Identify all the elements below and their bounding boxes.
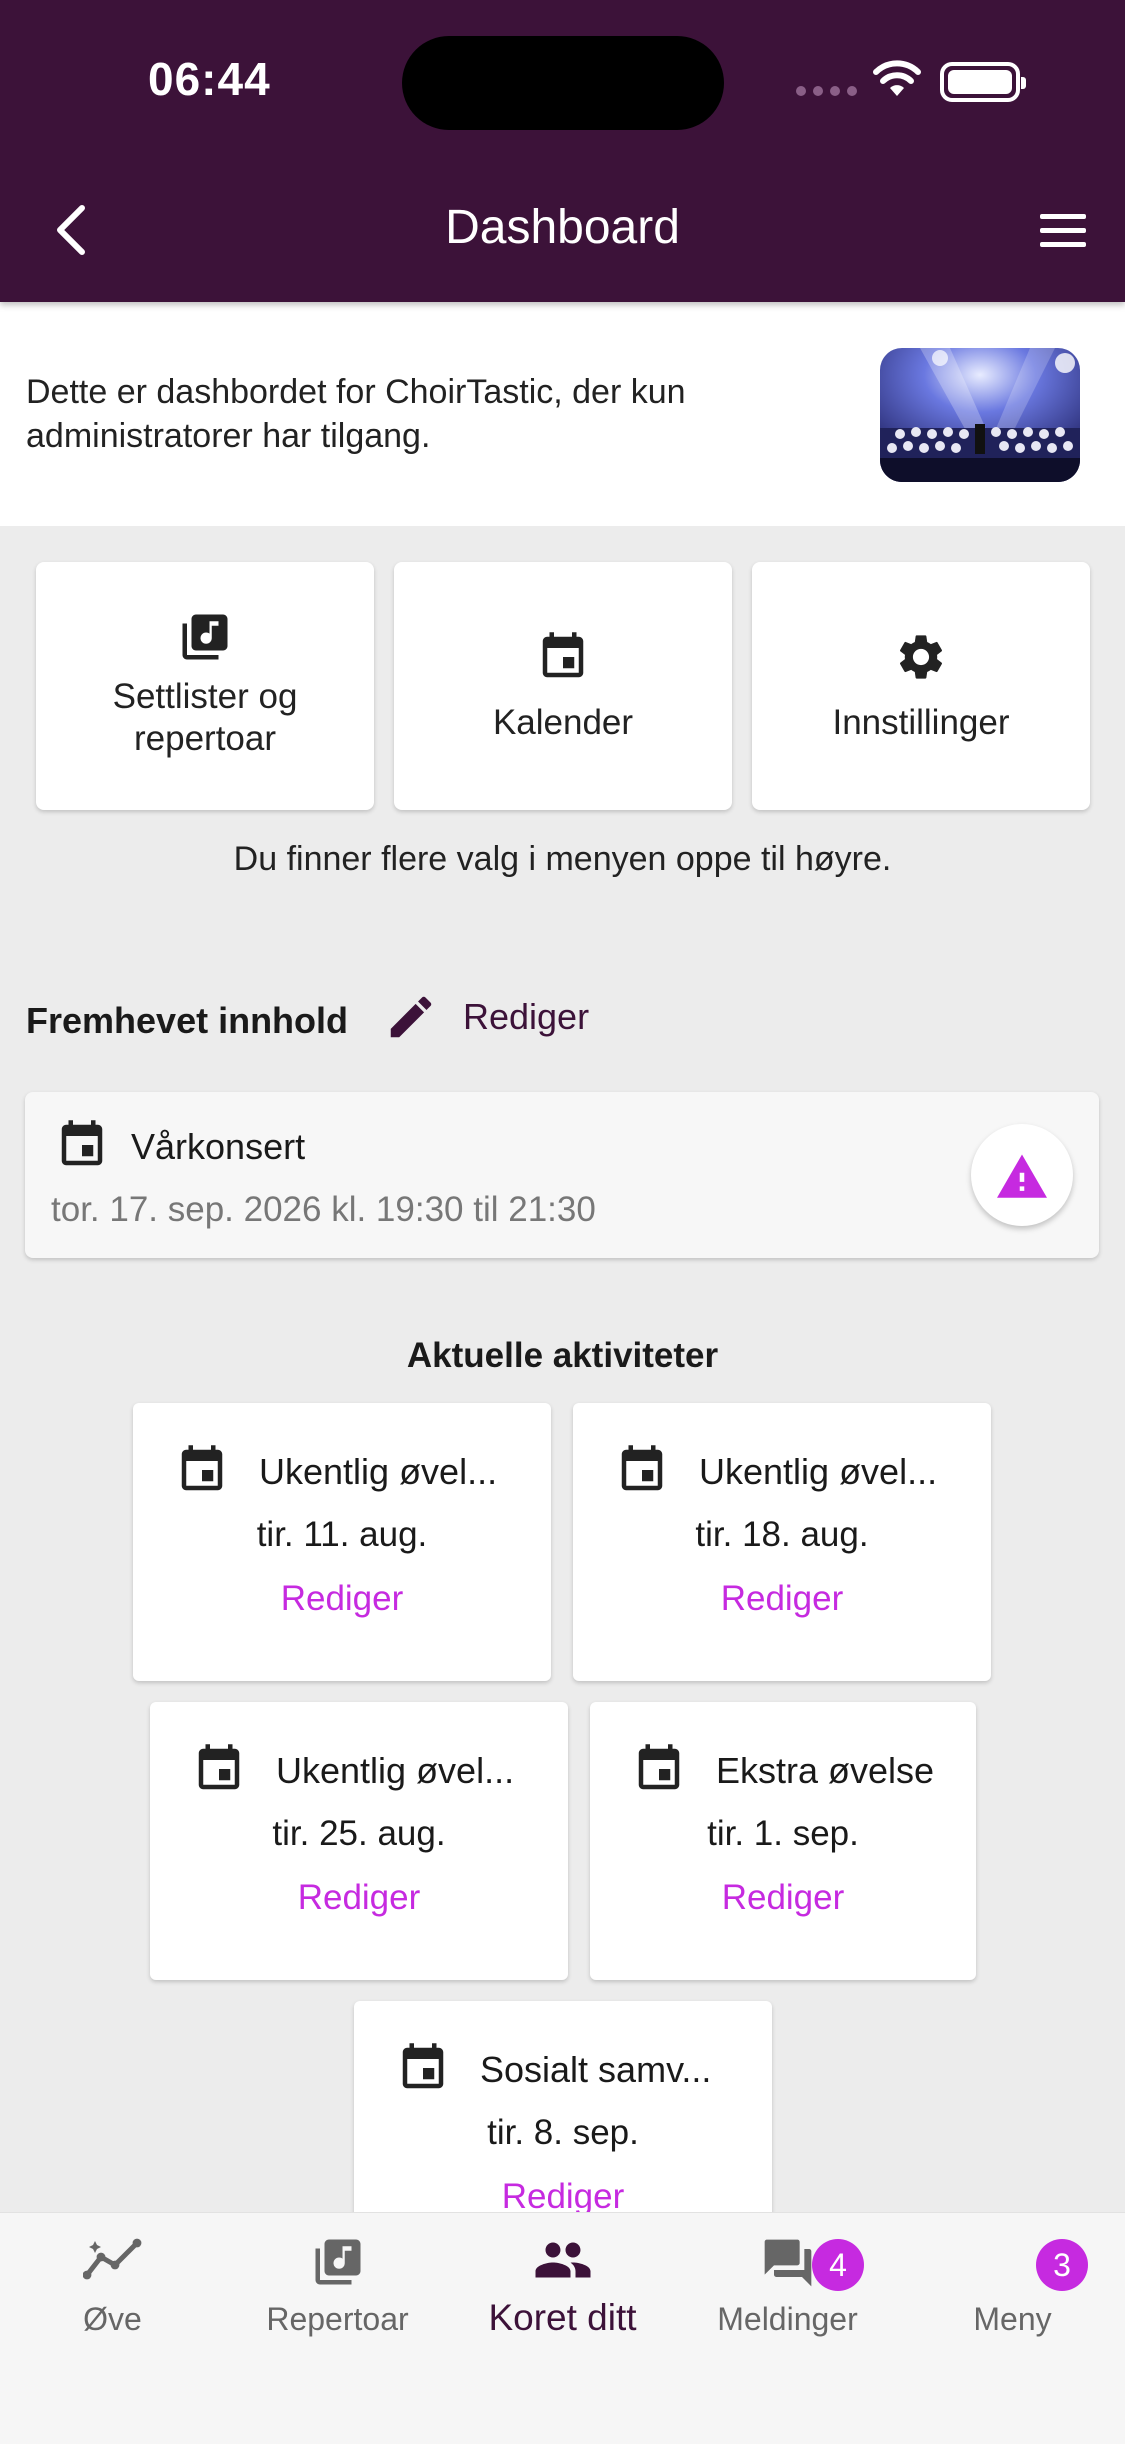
featured-event-date: tor. 17. sep. 2026 kl. 19:30 til 21:30: [51, 1190, 596, 1229]
tab-menu[interactable]: Meny: [900, 2213, 1125, 2363]
tab-label: Meldinger: [717, 2301, 858, 2337]
practice-chart-icon: [82, 2238, 141, 2280]
tab-your-choir[interactable]: Koret ditt: [450, 2213, 675, 2363]
activity-name: Ekstra øvelse: [716, 1750, 935, 1791]
calendar-icon: [542, 632, 584, 678]
music-library-icon: [315, 2239, 360, 2285]
page-title: Dashboard: [445, 201, 680, 254]
menu-hint-text: Du finner flere valg i menyen oppe til h…: [233, 840, 892, 878]
hamburger-menu-icon[interactable]: [1038, 210, 1088, 250]
quick-link-setlists[interactable]: Settlister og repertoar: [36, 562, 374, 810]
tab-label: Koret ditt: [488, 2297, 637, 2338]
tab-label: Meny: [973, 2301, 1052, 2337]
music-library-icon: [182, 614, 228, 660]
calendar-icon: [181, 1445, 223, 1491]
activity-edit-link[interactable]: Rediger: [354, 2177, 772, 2217]
cellular-signal-icon: [796, 86, 857, 96]
calendar-icon: [198, 1744, 240, 1790]
wifi-icon: [873, 60, 921, 96]
tab-practice[interactable]: Øve: [0, 2213, 225, 2363]
activity-edit-link[interactable]: Rediger: [133, 1579, 551, 1619]
activity-date: tir. 25. aug.: [272, 1814, 446, 1853]
activities-heading: Aktuelle aktiviteter: [406, 1336, 719, 1375]
quick-link-label: Settlister og repertoar: [112, 677, 298, 758]
quick-link-label: Kalender: [492, 703, 634, 742]
activity-card[interactable]: Ukentlig øvel... tir. 11. aug. Rediger: [133, 1403, 551, 1681]
intro-text: Dette er dashbordet for ChoirTastic, der…: [26, 373, 686, 455]
activity-card[interactable]: Ekstra øvelse tir. 1. sep. Rediger: [590, 1702, 976, 1980]
calendar-icon: [61, 1120, 103, 1166]
activity-card[interactable]: Ukentlig øvel... tir. 25. aug. Rediger: [150, 1702, 568, 1980]
quick-link-settings[interactable]: Innstillinger: [752, 562, 1090, 810]
activity-edit-link[interactable]: Rediger: [573, 1579, 991, 1619]
quick-link-label: Innstillinger: [832, 703, 1010, 742]
calendar-icon: [638, 1744, 680, 1790]
messages-badge: 4: [812, 2239, 864, 2291]
status-time: 06:44: [148, 53, 271, 105]
group-icon: [535, 2242, 590, 2278]
activity-card[interactable]: Ukentlig øvel... tir. 18. aug. Rediger: [573, 1403, 991, 1681]
edit-featured-link[interactable]: Rediger: [463, 996, 589, 1038]
tab-label: Øve: [83, 2301, 142, 2337]
calendar-icon: [402, 2043, 444, 2089]
choir-concert-image: [880, 348, 1080, 482]
activity-name: Ukentlig øvel...: [276, 1750, 515, 1791]
chat-icon: [764, 2239, 811, 2287]
activity-name: Ukentlig øvel...: [259, 1451, 498, 1492]
pencil-icon[interactable]: [384, 990, 438, 1044]
featured-event-card[interactable]: Vårkonsert tor. 17. sep. 2026 kl. 19:30 …: [25, 1092, 1099, 1258]
menu-badge: 3: [1036, 2239, 1088, 2291]
activity-date: tir. 11. aug.: [256, 1515, 428, 1554]
dynamic-island: [402, 36, 724, 130]
featured-event-name: Vårkonsert: [131, 1126, 306, 1167]
activity-date: tir. 1. sep.: [707, 1814, 859, 1853]
tab-messages[interactable]: Meldinger: [675, 2213, 900, 2363]
activity-edit-link[interactable]: Rediger: [150, 1878, 568, 1918]
featured-heading: Fremhevet innhold: [26, 1000, 349, 1041]
battery-icon: [940, 62, 1026, 102]
intro-section: Dette er dashbordet for ChoirTastic, der…: [0, 302, 1125, 526]
activity-edit-link[interactable]: Rediger: [590, 1878, 976, 1918]
app-header: 06:44 Dashboard: [0, 0, 1125, 302]
activity-date: tir. 8. sep.: [487, 2113, 639, 2152]
tab-repertoire[interactable]: Repertoar: [225, 2213, 450, 2363]
bottom-tab-bar: Øve Repertoar Koret ditt Meldinger 4 Men…: [0, 2212, 1125, 2444]
activity-name: Ukentlig øvel...: [699, 1451, 938, 1492]
tab-label: Repertoar: [266, 2301, 409, 2337]
calendar-icon: [621, 1445, 663, 1491]
activity-name: Sosialt samv...: [480, 2049, 712, 2090]
quick-link-calendar[interactable]: Kalender: [394, 562, 732, 810]
warning-button[interactable]: [971, 1124, 1073, 1226]
activity-date: tir. 18. aug.: [695, 1515, 869, 1554]
gear-icon: [899, 635, 943, 679]
warning-icon: [997, 1154, 1047, 1198]
